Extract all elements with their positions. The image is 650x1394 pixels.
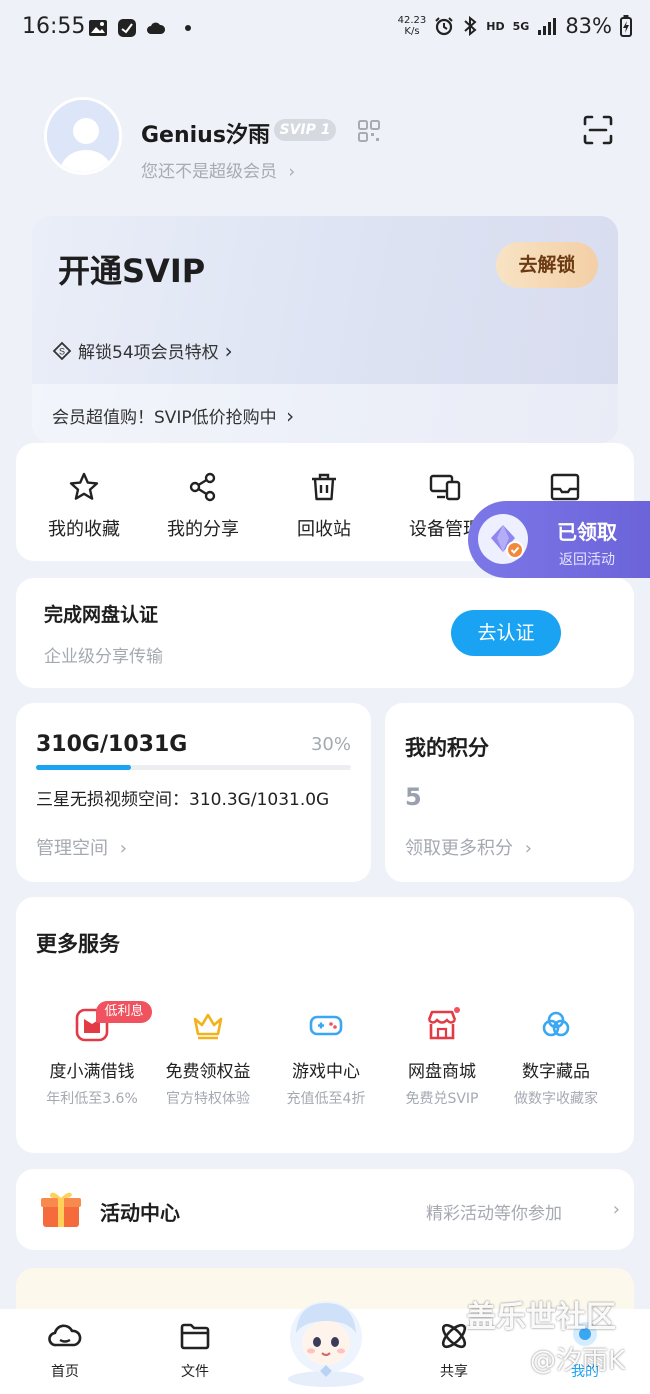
claimed-activity-popup[interactable]: 已领取 返回活动 — [468, 501, 650, 578]
trash-icon — [312, 473, 336, 501]
store-icon — [427, 1007, 460, 1040]
alarm-icon — [435, 17, 453, 36]
service-game-center[interactable]: 游戏中心 充值低至4折 — [266, 1007, 386, 1108]
service-free-benefits[interactable]: 免费领权益 官方特权体验 — [148, 1007, 268, 1108]
low-interest-tag: 低利息 — [96, 1001, 152, 1023]
more-services-card: 更多服务 度小满借钱 年利低至3.6% 低利息 免费领权益 官方特权体验 游戏中… — [16, 897, 634, 1153]
star-icon — [69, 472, 99, 500]
storage-detail: 三星无损视频空间：310.3G/1031.0G — [36, 790, 330, 810]
qr-code-icon[interactable] — [358, 120, 380, 142]
points-card[interactable]: 我的积分 5 领取更多积分 › — [385, 703, 634, 882]
service-store[interactable]: 网盘商城 免费兑SVIP — [382, 1007, 502, 1108]
svip-title: 开通SVIP — [58, 252, 206, 290]
points-value: 5 — [405, 783, 422, 811]
hd-label: HD — [486, 19, 505, 33]
system-indicators: 42.23 K/s HD 5G 83% — [398, 14, 632, 38]
quick-action-recycle-bin[interactable]: 回收站 — [269, 471, 379, 541]
more-points-link[interactable]: 领取更多积分 › — [405, 834, 532, 860]
watermark-text: 盖乐世社区 — [466, 1300, 616, 1335]
bluetooth-icon — [464, 16, 477, 36]
crown-icon — [193, 1013, 223, 1040]
activity-center-note: 精彩活动等你参加 — [426, 1204, 562, 1224]
storage-percent: 30% — [310, 734, 351, 755]
svip-promo-card[interactable]: 开通SVIP 去解锁 S 解锁54项会员特权 › 会员超值购！SVIP低价抢购中… — [32, 216, 618, 443]
storage-usage: 310G/1031G — [36, 732, 188, 757]
username: Genius汐雨 — [141, 123, 270, 148]
signal-icon — [538, 18, 557, 35]
service-digital-collectibles[interactable]: 数字藏品 做数字收藏家 — [496, 1007, 616, 1108]
privileges-link[interactable]: S 解锁54项会员特权 › — [52, 338, 233, 363]
gallery-icon — [89, 20, 107, 36]
chevron-right-icon: › — [119, 838, 127, 859]
folder-icon — [180, 1323, 210, 1350]
storage-card[interactable]: 310G/1031G 30% 三星无损视频空间：310.3G/1031.0G 管… — [16, 703, 371, 882]
gamepad-icon — [309, 1015, 343, 1036]
cloud-icon — [542, 1011, 570, 1037]
quick-action-favorites[interactable]: 我的收藏 — [29, 471, 139, 541]
home-cloud-icon — [48, 1324, 82, 1347]
scan-icon[interactable] — [582, 114, 614, 146]
status-bar: 16:55 42.23 K/s HD 5G 83% — [0, 0, 650, 58]
network-type: 5G — [512, 19, 530, 33]
return-to-activity: 返回活动 — [559, 552, 615, 568]
verification-card: 完成网盘认证 企业级分享传输 去认证 — [16, 578, 634, 688]
notification-icons — [88, 18, 191, 38]
chevron-right-icon: › — [612, 1199, 620, 1220]
verification-subtitle: 企业级分享传输 — [44, 647, 163, 667]
gem-icon — [491, 525, 524, 559]
storage-progress-fill — [36, 765, 131, 770]
claimed-title: 已领取 — [557, 520, 617, 544]
gift-icon — [41, 1192, 81, 1227]
storage-progress-bar — [36, 765, 351, 770]
mascot-assistant-icon[interactable] — [278, 1295, 374, 1387]
devices-icon — [429, 474, 461, 501]
quick-action-shares[interactable]: 我的分享 — [148, 471, 258, 541]
chevron-right-icon: › — [524, 838, 532, 859]
verification-title: 完成网盘认证 — [44, 604, 159, 626]
chevron-right-icon: › — [288, 162, 296, 182]
svip-promo-link[interactable]: 会员超值购！SVIP低价抢购中 › — [52, 403, 294, 428]
gem-badge — [478, 514, 528, 564]
more-notifications-dot — [185, 25, 191, 31]
svip-level-badge: SVIP 1 — [274, 119, 336, 141]
manage-space-link[interactable]: 管理空间 › — [36, 834, 127, 860]
chevron-right-icon: › — [224, 338, 233, 363]
avatar[interactable] — [44, 97, 122, 175]
services-title: 更多服务 — [36, 932, 120, 956]
share-icon — [189, 472, 216, 502]
points-title: 我的积分 — [405, 736, 489, 760]
default-avatar-icon — [47, 100, 119, 172]
membership-status-link[interactable]: 您还不是超级会员 › — [141, 157, 295, 182]
battery-icon — [620, 15, 632, 37]
nav-files[interactable]: 文件 — [155, 1319, 235, 1381]
watermark-author: @汐雨K — [530, 1346, 626, 1376]
diamond-badge-icon: S — [52, 341, 72, 360]
activity-center-row[interactable]: 活动中心 精彩活动等你参加 › — [16, 1169, 634, 1250]
app-notification-icon — [118, 19, 136, 37]
status-time: 16:55 — [22, 14, 86, 39]
net-speed: 42.23 K/s — [397, 15, 427, 37]
inbox-icon — [550, 473, 580, 501]
battery-percent: 83% — [565, 14, 612, 38]
activity-center-title: 活动中心 — [100, 1201, 180, 1225]
nav-home[interactable]: 首页 — [25, 1319, 105, 1381]
chevron-right-icon: › — [286, 404, 295, 428]
unlock-button[interactable]: 去解锁 — [496, 242, 598, 288]
verify-button[interactable]: 去认证 — [451, 610, 561, 656]
svg-text:S: S — [59, 346, 65, 356]
weather-cloud-icon — [147, 22, 166, 34]
